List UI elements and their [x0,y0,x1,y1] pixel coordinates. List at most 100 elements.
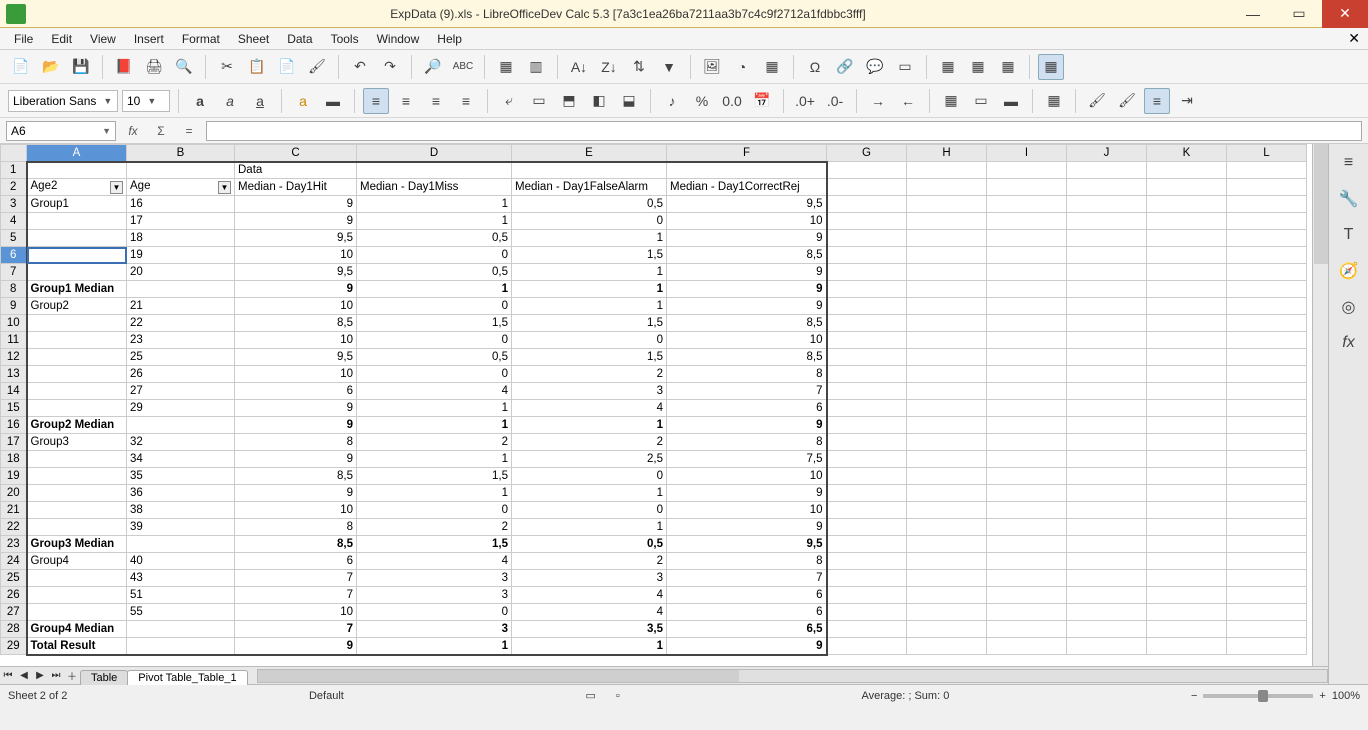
export-pdf-button[interactable]: 📕 [111,54,137,80]
redo-button[interactable]: ↷ [377,54,403,80]
cell[interactable] [1147,213,1227,230]
cell[interactable] [1147,196,1227,213]
cell[interactable]: 1 [512,638,667,655]
cell[interactable]: 9,5 [667,536,827,553]
cell[interactable]: 10 [235,366,357,383]
cell[interactable]: 10 [235,332,357,349]
cell[interactable]: 19 [127,247,235,264]
copy-button[interactable]: 📋 [244,54,270,80]
cell[interactable] [1227,519,1307,536]
cell[interactable]: 29 [127,400,235,417]
cell[interactable]: 3 [357,570,512,587]
cell[interactable]: Group1 Median [27,281,127,298]
cell[interactable] [987,519,1067,536]
cell[interactable] [1067,621,1147,638]
tab-last-button[interactable]: ⏭ [48,668,64,684]
column-header-E[interactable]: E [512,145,667,162]
currency-button[interactable]: ♪ [659,88,685,114]
cell[interactable] [1067,519,1147,536]
font-size-combo[interactable]: 10▼ [122,90,170,112]
cell[interactable] [127,621,235,638]
cell[interactable] [1147,383,1227,400]
cell[interactable]: 9 [667,519,827,536]
cell[interactable] [827,400,907,417]
cell[interactable]: 1,5 [512,247,667,264]
cell[interactable] [1067,162,1147,179]
cell[interactable] [1227,553,1307,570]
cell[interactable] [987,468,1067,485]
cell[interactable]: 27 [127,383,235,400]
cell[interactable] [907,570,987,587]
cell[interactable] [1067,332,1147,349]
row-header[interactable]: 11 [1,332,27,349]
cell[interactable] [1147,264,1227,281]
cell[interactable]: 39 [127,519,235,536]
cell[interactable] [907,332,987,349]
cell[interactable]: 1 [357,451,512,468]
cell[interactable] [1147,587,1227,604]
cell[interactable] [1067,604,1147,621]
row-header[interactable]: 26 [1,587,27,604]
cell[interactable] [907,366,987,383]
cell[interactable] [827,638,907,655]
menu-sheet[interactable]: Sheet [230,30,277,48]
tab-add-button[interactable]: ＋ [64,668,80,684]
menu-window[interactable]: Window [369,30,428,48]
cell[interactable] [987,502,1067,519]
cell[interactable] [27,230,127,247]
cell[interactable]: 9 [667,298,827,315]
cell[interactable]: 8 [667,366,827,383]
cell[interactable] [827,230,907,247]
cell[interactable] [1067,247,1147,264]
cell[interactable]: 6 [667,587,827,604]
column-header-L[interactable]: L [1227,145,1307,162]
cell[interactable] [1227,298,1307,315]
cell[interactable] [512,162,667,179]
comment-button[interactable]: 💬 [862,54,888,80]
cell[interactable]: 7 [235,587,357,604]
cell[interactable] [27,264,127,281]
sheet-tab-1[interactable]: Table [80,670,128,685]
cell[interactable]: 3 [357,621,512,638]
cell[interactable] [27,247,127,264]
cell[interactable] [1067,587,1147,604]
cell[interactable] [1227,281,1307,298]
column-header-C[interactable]: C [235,145,357,162]
cell[interactable]: 8,5 [667,349,827,366]
cell[interactable]: 34 [127,451,235,468]
scrollbar-thumb[interactable] [258,670,739,682]
row-header[interactable]: 7 [1,264,27,281]
cell[interactable]: 0 [357,298,512,315]
scrollbar-thumb[interactable] [1314,144,1328,264]
row-button[interactable]: ▦ [493,54,519,80]
cell[interactable]: 6 [667,604,827,621]
themes-button[interactable]: 🖌 [1114,88,1140,114]
cell[interactable] [907,315,987,332]
cell[interactable] [1067,298,1147,315]
cell[interactable] [907,196,987,213]
cell[interactable] [27,570,127,587]
cell[interactable] [907,536,987,553]
sort-desc-button[interactable]: Z↓ [596,54,622,80]
close-document-button[interactable]: ✕ [1348,30,1360,47]
cell[interactable] [907,213,987,230]
new-button[interactable]: 📄 [8,54,34,80]
column-header-J[interactable]: J [1067,145,1147,162]
cell[interactable] [907,400,987,417]
cell[interactable] [1067,434,1147,451]
cell[interactable] [827,247,907,264]
cell[interactable]: 1,5 [357,315,512,332]
column-header-G[interactable]: G [827,145,907,162]
cell[interactable]: Group3 [27,434,127,451]
cell[interactable]: Group2 Median [27,417,127,434]
cell[interactable]: 17 [127,213,235,230]
cell[interactable] [827,519,907,536]
cell[interactable] [1227,400,1307,417]
cell[interactable] [827,298,907,315]
cell[interactable] [907,349,987,366]
cell[interactable] [1147,621,1227,638]
cell[interactable]: 1 [512,264,667,281]
cell[interactable]: 1 [512,485,667,502]
cell[interactable] [1067,281,1147,298]
cell[interactable] [27,519,127,536]
